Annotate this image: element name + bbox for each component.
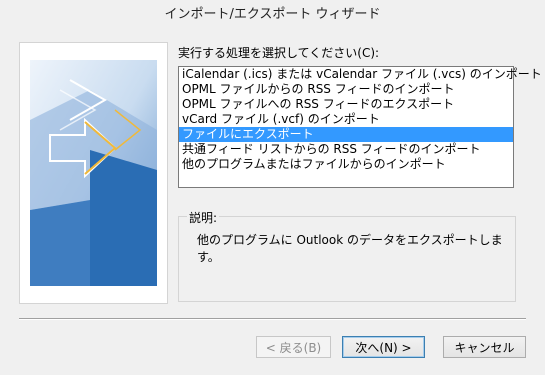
list-item[interactable]: OPML ファイルからの RSS フィードのインポート bbox=[179, 82, 513, 97]
list-item[interactable]: OPML ファイルへの RSS フィードのエクスポート bbox=[179, 97, 513, 112]
list-item[interactable]: 他のプログラムまたはファイルからのインポート bbox=[179, 157, 513, 172]
description-text: 他のプログラムに Outlook のデータをエクスポートします。 bbox=[197, 233, 503, 264]
separator bbox=[19, 318, 526, 320]
window-title: インポート/エクスポート ウィザード bbox=[0, 0, 545, 31]
wizard-graphic bbox=[30, 60, 157, 286]
list-item[interactable]: iCalendar (.ics) または vCalendar ファイル (.vc… bbox=[179, 67, 542, 82]
next-button[interactable]: 次へ(N) > bbox=[342, 336, 425, 358]
cancel-button[interactable]: キャンセル bbox=[443, 336, 526, 358]
description-group: 説明: 他のプログラムに Outlook のデータをエクスポートします。 bbox=[178, 209, 516, 302]
description-label: 説明: bbox=[187, 209, 220, 226]
list-item[interactable]: ファイルにエクスポート bbox=[179, 127, 513, 142]
list-item[interactable]: vCard ファイル (.vcf) のインポート bbox=[179, 112, 513, 127]
list-item[interactable]: 共通フィード リストからの RSS フィードのインポート bbox=[179, 142, 513, 157]
back-button[interactable]: < 戻る(B) bbox=[256, 336, 331, 358]
action-listbox[interactable]: iCalendar (.ics) または vCalendar ファイル (.vc… bbox=[178, 66, 542, 188]
instruction-label: 実行する処理を選択してください(C): bbox=[178, 46, 380, 60]
